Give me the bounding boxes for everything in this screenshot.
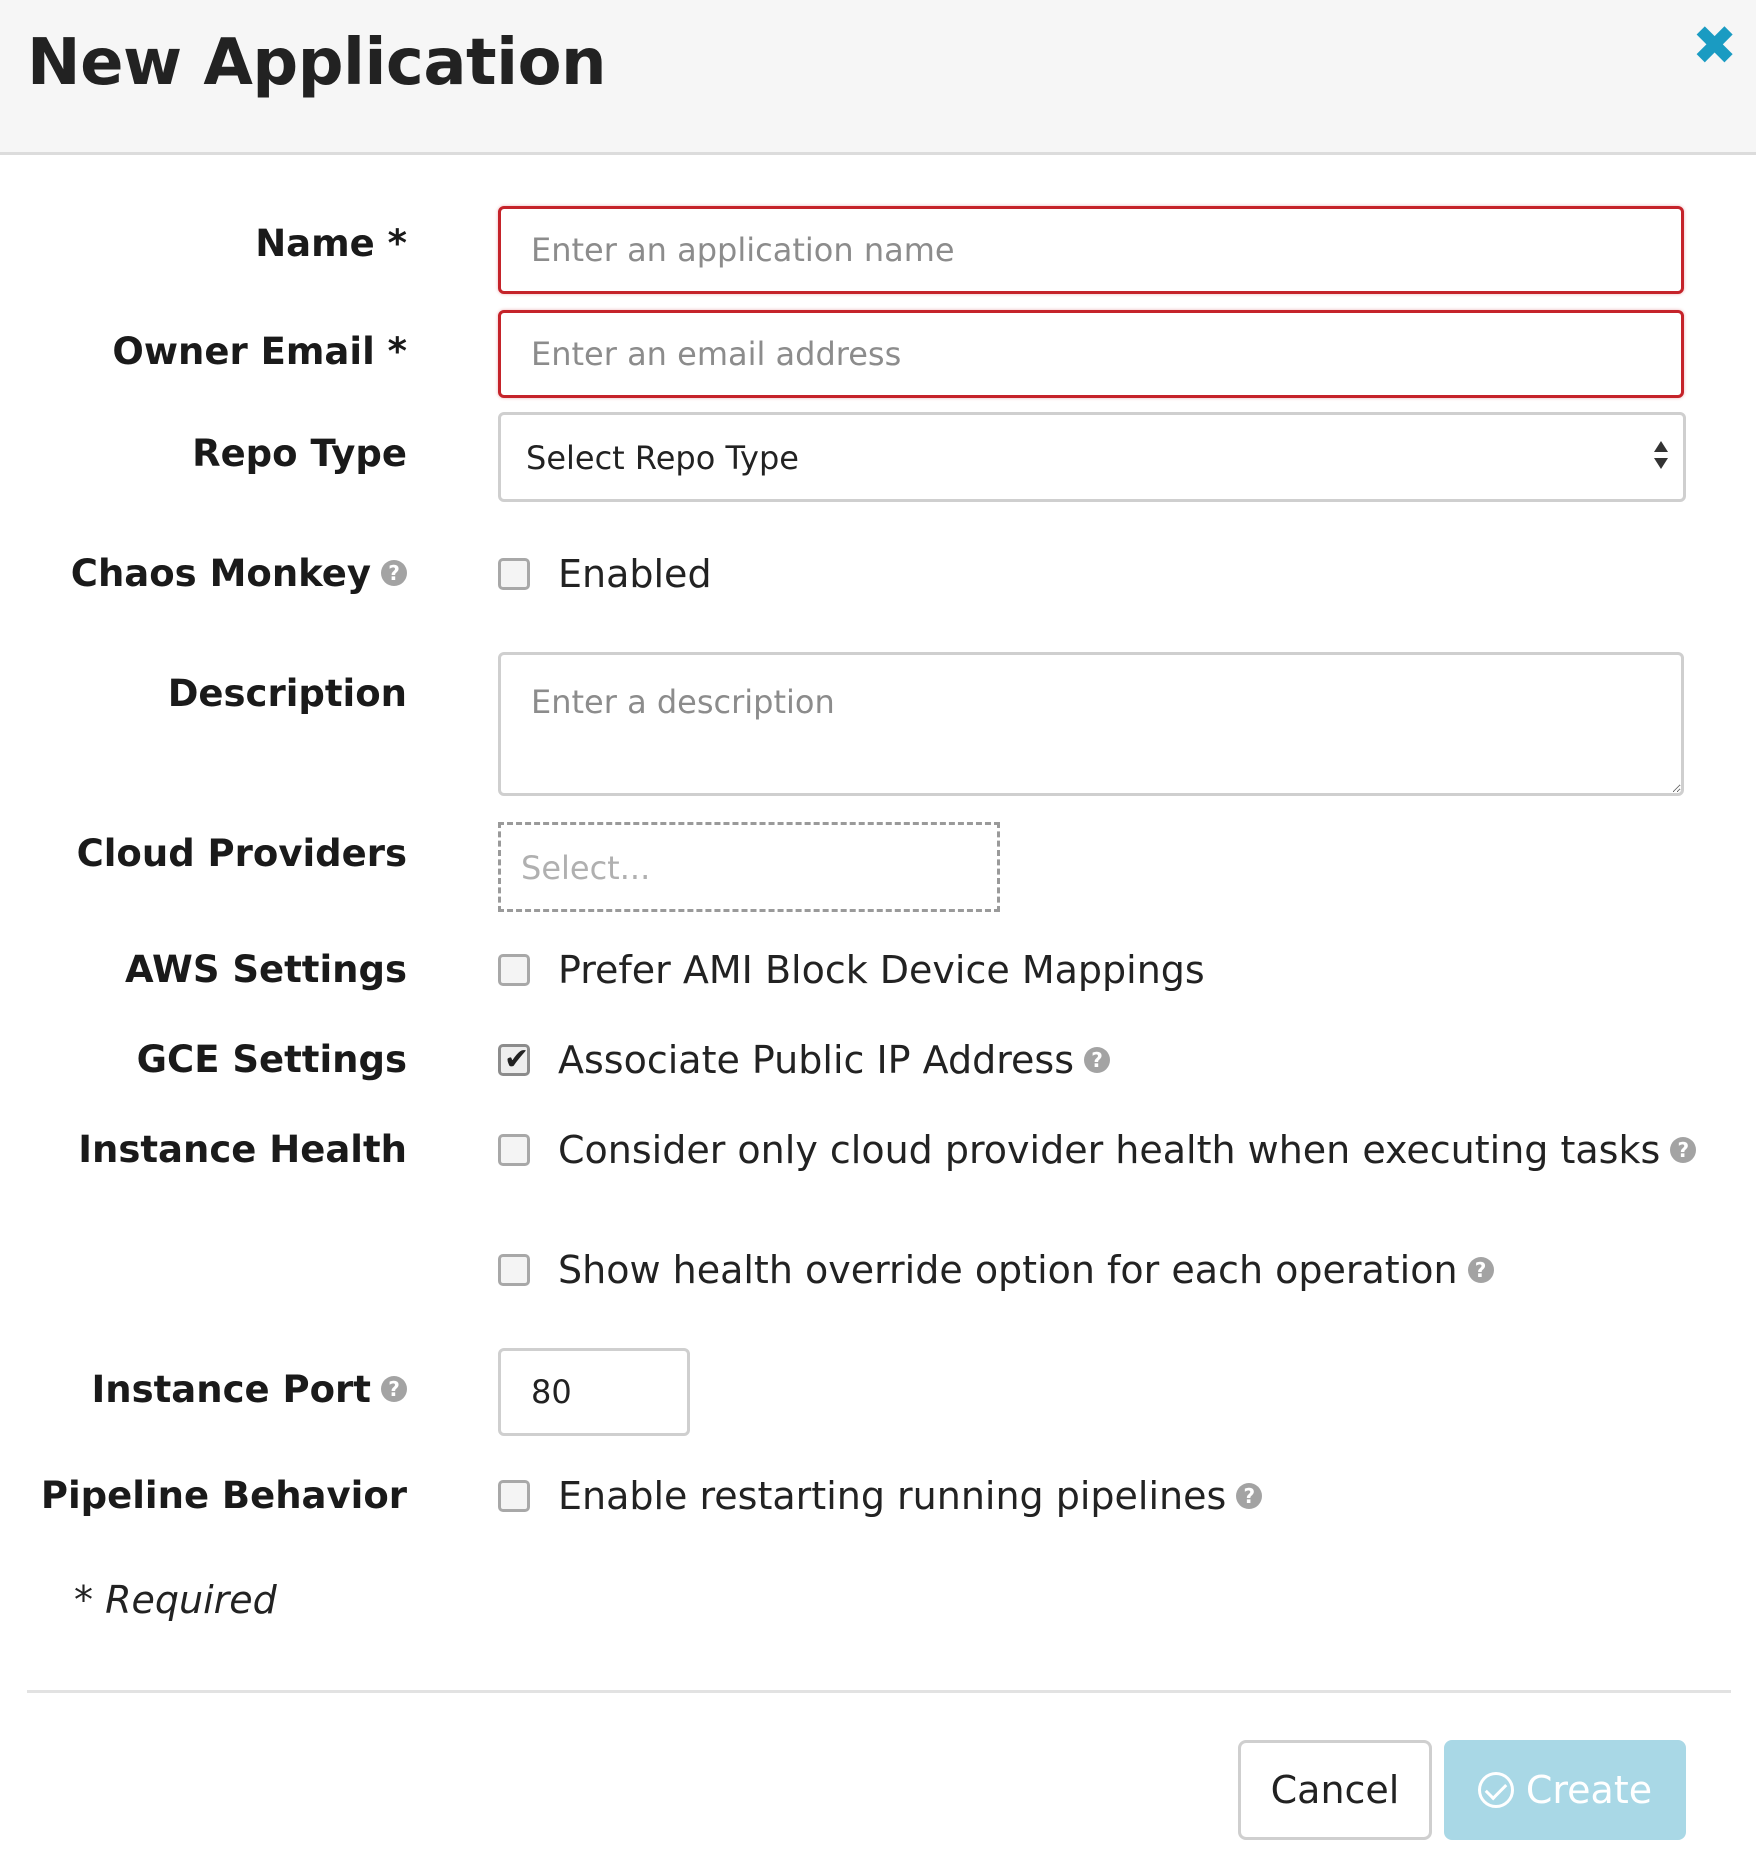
chaos-monkey-label-text: Chaos Monkey — [70, 552, 371, 595]
checkmark-icon: ✔ — [504, 1042, 530, 1077]
health-override-checkbox[interactable] — [498, 1254, 530, 1286]
cloud-providers-label: Cloud Providers — [76, 832, 407, 875]
help-icon[interactable]: ? — [1236, 1482, 1263, 1509]
chaos-monkey-checkbox[interactable] — [498, 558, 530, 590]
instance-port-input[interactable] — [498, 1348, 690, 1436]
instance-health-label: Instance Health — [78, 1128, 407, 1171]
help-icon[interactable]: ? — [1670, 1136, 1697, 1163]
help-icon[interactable]: ? — [1467, 1256, 1494, 1283]
instance-port-label-text: Instance Port — [91, 1368, 371, 1411]
health-override-label-wrap: Show health override option for each ope… — [558, 1248, 1494, 1292]
select-arrows-icon — [1654, 441, 1668, 469]
chaos-monkey-label: Chaos Monkey? — [71, 552, 407, 595]
aws-settings-label: AWS Settings — [125, 948, 407, 991]
cancel-button-label: Cancel — [1270, 1768, 1400, 1812]
chaos-monkey-option-label: Enabled — [558, 552, 712, 596]
restart-pipelines-label-wrap: Enable restarting running pipelines? — [558, 1474, 1263, 1518]
create-button-label: Create — [1525, 1768, 1653, 1812]
gce-public-ip-label: Associate Public IP Address — [558, 1038, 1075, 1082]
cloud-provider-health-label: Consider only cloud provider health when… — [558, 1128, 1661, 1172]
cancel-button[interactable]: Cancel — [1238, 1740, 1432, 1840]
help-icon[interactable]: ? — [1084, 1046, 1111, 1073]
repo-type-selected: Select Repo Type — [526, 439, 799, 477]
aws-block-device-label: Prefer AMI Block Device Mappings — [558, 948, 1205, 992]
owner-email-label: Owner Email * — [112, 330, 407, 373]
page-title: New Application — [27, 26, 607, 100]
description-textarea[interactable] — [498, 652, 1684, 796]
create-button[interactable]: Create — [1444, 1740, 1686, 1840]
required-note: * Required — [74, 1578, 277, 1622]
name-input[interactable] — [498, 206, 1684, 294]
help-icon[interactable]: ? — [381, 559, 407, 586]
cloud-provider-health-label-wrap: Consider only cloud provider health when… — [558, 1128, 1697, 1172]
close-icon[interactable]: ✖ — [1692, 19, 1737, 73]
modal-header: New Application ✖ — [0, 0, 1756, 155]
gce-settings-label: GCE Settings — [136, 1038, 407, 1081]
restart-pipelines-checkbox[interactable] — [498, 1480, 530, 1512]
restart-pipelines-label: Enable restarting running pipelines — [558, 1474, 1227, 1518]
help-icon[interactable]: ? — [381, 1375, 407, 1402]
repo-type-select[interactable]: Select Repo Type — [498, 412, 1686, 502]
gce-public-ip-checkbox[interactable]: ✔ — [498, 1042, 530, 1077]
repo-type-label: Repo Type — [192, 432, 407, 475]
cloud-providers-select[interactable]: Select... — [498, 822, 1000, 912]
aws-block-device-checkbox[interactable] — [498, 954, 530, 986]
name-label: Name * — [255, 222, 407, 265]
gce-public-ip-label-wrap: Associate Public IP Address? — [558, 1038, 1111, 1082]
ok-circle-icon — [1477, 1772, 1514, 1808]
pipeline-behavior-label: Pipeline Behavior — [40, 1474, 407, 1517]
cloud-provider-health-checkbox[interactable] — [498, 1134, 530, 1166]
owner-email-input[interactable] — [498, 310, 1684, 398]
instance-port-label: Instance Port? — [91, 1368, 407, 1411]
footer-divider — [27, 1690, 1731, 1693]
cloud-providers-placeholder: Select... — [521, 849, 651, 887]
health-override-label: Show health override option for each ope… — [558, 1248, 1458, 1292]
description-label: Description — [167, 672, 407, 715]
